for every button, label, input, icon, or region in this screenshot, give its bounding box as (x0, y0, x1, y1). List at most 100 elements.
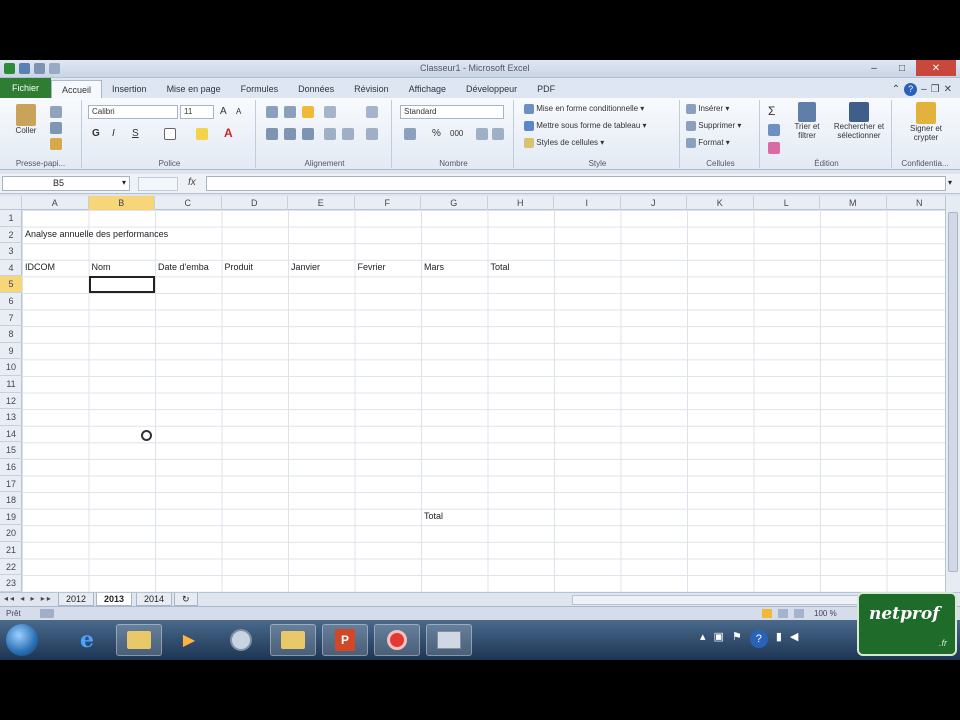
row-header-4[interactable]: 4 (0, 260, 22, 277)
font-color-icon[interactable]: A (224, 126, 233, 140)
undo-icon[interactable] (34, 63, 45, 74)
row-header-6[interactable]: 6 (0, 293, 22, 310)
column-header-n[interactable]: N (887, 196, 946, 210)
tray-app-icon[interactable]: ▣ (714, 630, 724, 648)
column-header-j[interactable]: J (621, 196, 687, 210)
column-header-k[interactable]: K (687, 196, 754, 210)
file-explorer-icon[interactable] (116, 624, 162, 656)
shrink-font-button[interactable]: A (236, 107, 241, 116)
tab-formulas[interactable]: Formules (231, 80, 289, 98)
increase-indent-icon[interactable] (342, 128, 354, 140)
tab-file[interactable]: Fichier (0, 78, 52, 98)
autosum-button[interactable]: Σ (768, 104, 775, 118)
cell-styles-button[interactable]: Styles de cellules ▾ (524, 138, 604, 148)
decrease-indent-icon[interactable] (324, 128, 336, 140)
align-center-icon[interactable] (284, 128, 296, 140)
maximize-button[interactable]: □ (888, 60, 916, 76)
font-name-select[interactable]: Calibri (88, 105, 178, 119)
macro-record-icon[interactable] (40, 609, 54, 618)
page-layout-view-icon[interactable] (778, 609, 788, 618)
delete-cells-button[interactable]: Supprimer ▾ (686, 121, 741, 131)
cell-a2[interactable]: Analyse annuelle des performances (25, 229, 168, 239)
row-header-20[interactable]: 20 (0, 525, 22, 542)
cell-grid[interactable]: Analyse annuelle des performances IDCOM No… (22, 210, 945, 592)
tray-volume-icon[interactable]: ◀ (790, 630, 798, 648)
cell-f4[interactable]: Fevrier (358, 262, 386, 272)
insert-function-button[interactable]: fx (188, 177, 196, 188)
row-header-5[interactable]: 5 (0, 276, 22, 293)
decrease-decimal-icon[interactable] (492, 128, 504, 140)
sheet-tab-2014[interactable]: 2014 (136, 593, 173, 606)
close-button[interactable]: ✕ (916, 60, 956, 76)
row-header-13[interactable]: 13 (0, 409, 22, 426)
tray-help-icon[interactable]: ? (749, 630, 768, 648)
row-header-1[interactable]: 1 (0, 210, 22, 227)
insert-sheet-icon[interactable]: ↻ (174, 593, 198, 606)
paste-button[interactable]: Coller (12, 104, 40, 135)
format-as-table-button[interactable]: Mettre sous forme de tableau ▾ (524, 121, 647, 131)
italic-button[interactable]: I (112, 128, 115, 139)
clear-icon[interactable] (768, 142, 780, 154)
tab-pdf[interactable]: PDF (527, 80, 565, 98)
tab-page-layout[interactable]: Mise en page (157, 80, 231, 98)
window-close-icon[interactable]: ✕ (944, 84, 952, 95)
column-header-d[interactable]: D (222, 196, 288, 210)
formula-input[interactable] (206, 176, 946, 191)
vertical-scroll-thumb[interactable] (948, 212, 958, 572)
row-header-16[interactable]: 16 (0, 459, 22, 476)
tab-review[interactable]: Révision (344, 80, 399, 98)
row-header-18[interactable]: 18 (0, 492, 22, 509)
wrap-text-icon[interactable] (366, 106, 378, 118)
fill-icon[interactable] (768, 124, 780, 136)
normal-view-icon[interactable] (762, 609, 772, 618)
format-painter-icon[interactable] (50, 138, 62, 150)
tray-network-icon[interactable]: ▮ (776, 630, 782, 648)
zoom-level[interactable]: 100 % (814, 609, 837, 618)
column-header-g[interactable]: G (421, 196, 488, 210)
column-header-a[interactable]: A (22, 196, 89, 210)
page-break-view-icon[interactable] (794, 609, 804, 618)
column-header-h[interactable]: H (488, 196, 554, 210)
align-bottom-icon[interactable] (302, 106, 314, 118)
row-header-21[interactable]: 21 (0, 542, 22, 559)
sheet-tab-2012[interactable]: 2012 (58, 593, 95, 606)
cut-icon[interactable] (50, 106, 62, 118)
tab-insert[interactable]: Insertion (102, 80, 157, 98)
borders-icon[interactable] (164, 128, 176, 140)
column-header-e[interactable]: E (288, 196, 355, 210)
percent-button[interactable]: % (432, 128, 441, 139)
minimize-ribbon-icon[interactable]: ⌃ (892, 84, 900, 95)
tab-home[interactable]: Accueil (51, 80, 103, 98)
powerpoint-icon[interactable]: P (322, 624, 368, 656)
start-button[interactable] (6, 624, 38, 656)
column-header-m[interactable]: M (820, 196, 887, 210)
row-header-14[interactable]: 14 (0, 426, 22, 443)
underline-button[interactable]: S (132, 128, 139, 139)
sign-encrypt-button[interactable]: Signer et crypter (898, 102, 954, 142)
row-header-9[interactable]: 9 (0, 343, 22, 360)
copy-icon[interactable] (50, 122, 62, 134)
column-header-c[interactable]: C (155, 196, 222, 210)
row-header-12[interactable]: 12 (0, 393, 22, 410)
window-restore-icon[interactable]: ❐ (931, 84, 940, 95)
minimize-button[interactable]: – (860, 60, 888, 76)
cell-a4[interactable]: IDCOM (25, 262, 55, 272)
help-icon[interactable]: ? (904, 82, 918, 96)
row-header-23[interactable]: 23 (0, 575, 22, 592)
format-cells-button[interactable]: Format ▾ (686, 138, 730, 148)
currency-icon[interactable] (404, 128, 416, 140)
tray-arrow-icon[interactable]: ▴ (700, 630, 706, 648)
tab-view[interactable]: Affichage (399, 80, 456, 98)
explorer-window-icon[interactable] (270, 624, 316, 656)
cell-c4[interactable]: Date d'emba (158, 262, 209, 272)
save-icon[interactable] (19, 63, 30, 74)
align-middle-icon[interactable] (284, 106, 296, 118)
sheet-tab-2013[interactable]: 2013 (96, 593, 133, 606)
cell-g19[interactable]: Total (424, 511, 443, 521)
font-size-select[interactable]: 11 (180, 105, 214, 119)
name-box[interactable]: B5 (2, 176, 130, 191)
thousands-button[interactable]: 000 (450, 129, 463, 138)
merge-center-icon[interactable] (366, 128, 378, 140)
select-all-corner[interactable] (0, 196, 22, 210)
orientation-icon[interactable] (324, 106, 336, 118)
